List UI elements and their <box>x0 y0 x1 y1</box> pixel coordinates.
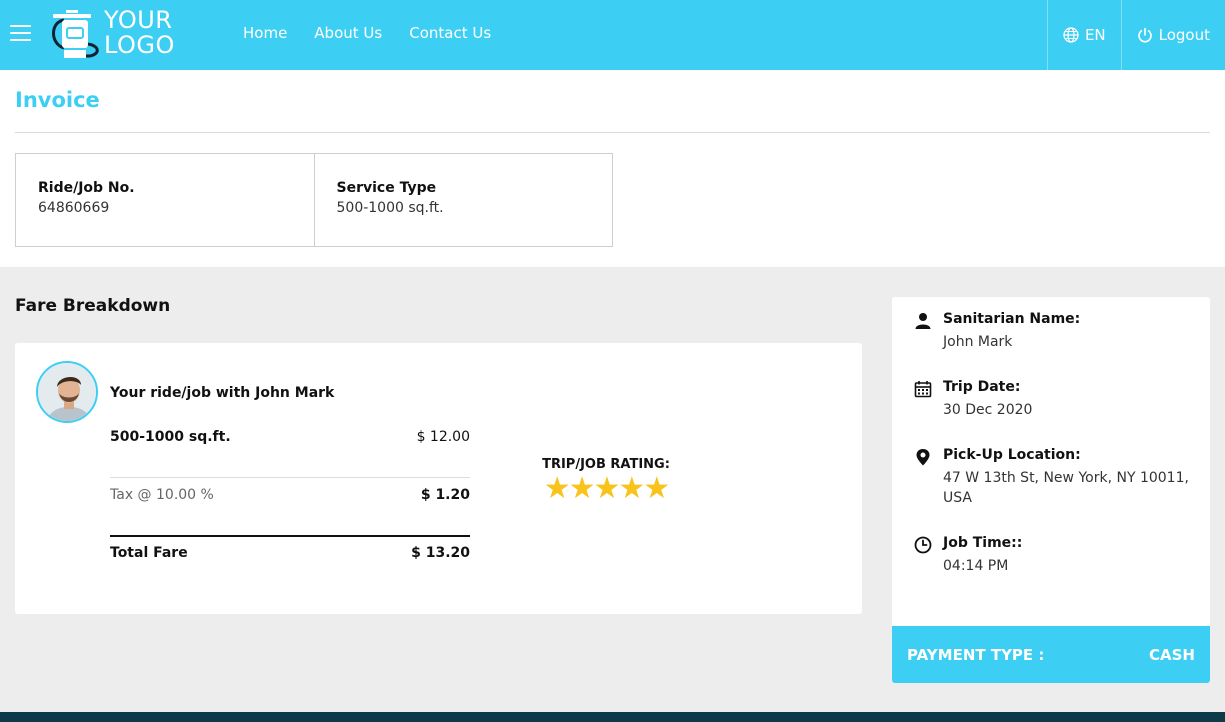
pickup-location-label: Pick-Up Location: <box>943 447 1081 463</box>
service-type-value: 500-1000 sq.ft. <box>336 200 444 216</box>
language-selector[interactable]: EN <box>1046 0 1121 70</box>
header-actions: EN Logout <box>1046 0 1225 70</box>
fare-row-tax: Tax @ 10.00 % $ 1.20 <box>110 487 470 503</box>
logo-line-2: LOGO <box>104 31 175 59</box>
top-navbar: YOUR LOGO Home About Us Contact Us EN Lo… <box>0 0 1225 70</box>
logo[interactable]: YOUR LOGO <box>44 8 194 60</box>
total-amount: $ 13.20 <box>411 545 470 561</box>
invoice-section: Invoice Ride/Job No. 64860669 Service Ty… <box>0 70 1225 267</box>
fare-row-total: Total Fare $ 13.20 <box>110 545 470 561</box>
globe-icon <box>1063 27 1079 43</box>
fare-row-service: 500-1000 sq.ft. $ 12.00 <box>110 429 470 445</box>
logout-label: Logout <box>1158 26 1210 44</box>
clock-icon <box>914 536 932 554</box>
nav-home[interactable]: Home <box>243 24 287 42</box>
star-icon: ★★★★★ <box>543 471 670 506</box>
nav-about-us[interactable]: About Us <box>314 24 382 42</box>
logout-button[interactable]: Logout <box>1120 0 1225 70</box>
tax-amount: $ 1.20 <box>420 487 470 503</box>
map-pin-icon <box>916 449 930 466</box>
ride-job-label: Ride/Job No. <box>38 180 135 196</box>
fare-card: Your ride/job with John Mark 500-1000 sq… <box>15 343 862 614</box>
page-title: Invoice <box>15 88 100 112</box>
language-label: EN <box>1084 26 1106 44</box>
pickup-location-value: 47 W 13th St, New York, NY 10011, USA <box>943 470 1189 506</box>
payment-type-bar: PAYMENT TYPE : CASH <box>892 626 1210 683</box>
avatar <box>36 361 98 423</box>
logo-text: YOUR LOGO <box>104 8 175 58</box>
divider <box>110 477 470 478</box>
trip-details-panel: Sanitarian Name: John Mark Trip Date: 30… <box>892 297 1210 683</box>
sanitarian-name-value: John Mark <box>943 334 1013 350</box>
trip-rating: TRIP/JOB RATING: ★★★★★ <box>535 457 677 504</box>
trip-date-value: 30 Dec 2020 <box>943 402 1033 418</box>
ride-with-text: Your ride/job with John Mark <box>110 385 335 401</box>
divider <box>110 535 470 537</box>
service-amount: $ 12.00 <box>416 429 470 445</box>
user-icon <box>915 313 931 329</box>
service-type-label: Service Type <box>336 180 437 196</box>
total-label: Total Fare <box>110 545 188 561</box>
trip-date: Trip Date: 30 Dec 2020 <box>914 379 1194 420</box>
calendar-icon <box>914 381 932 398</box>
payment-type-label: PAYMENT TYPE : <box>907 645 1045 664</box>
job-time-value: 04:14 PM <box>943 558 1009 574</box>
footer <box>0 712 1225 722</box>
logo-icon <box>52 10 99 58</box>
power-icon <box>1137 27 1152 43</box>
job-time: Job Time:: 04:14 PM <box>914 535 1194 576</box>
payment-type-value: CASH <box>1149 645 1195 664</box>
pickup-location: Pick-Up Location: 47 W 13th St, New York… <box>914 447 1194 508</box>
logo-line-1: YOUR <box>104 6 173 34</box>
sanitarian-name: Sanitarian Name: John Mark <box>914 311 1194 352</box>
trip-date-label: Trip Date: <box>943 379 1021 395</box>
rating-label: TRIP/JOB RATING: <box>542 457 670 472</box>
service-type: Service Type 500-1000 sq.ft. <box>313 154 613 246</box>
invoice-info-box: Ride/Job No. 64860669 Service Type 500-1… <box>15 153 613 247</box>
nav-contact-us[interactable]: Contact Us <box>409 24 491 42</box>
ride-job-value: 64860669 <box>38 200 110 216</box>
menu-icon[interactable] <box>10 25 31 43</box>
sanitarian-name-label: Sanitarian Name: <box>943 311 1081 327</box>
fare-breakdown-title: Fare Breakdown <box>15 296 171 316</box>
ride-job-number: Ride/Job No. 64860669 <box>16 154 314 246</box>
tax-label: Tax @ 10.00 % <box>110 487 214 503</box>
service-name: 500-1000 sq.ft. <box>110 429 231 445</box>
divider <box>15 132 1210 133</box>
job-time-label: Job Time:: <box>943 535 1023 551</box>
avatar-image <box>38 363 96 421</box>
main-nav: Home About Us Contact Us <box>243 24 518 42</box>
